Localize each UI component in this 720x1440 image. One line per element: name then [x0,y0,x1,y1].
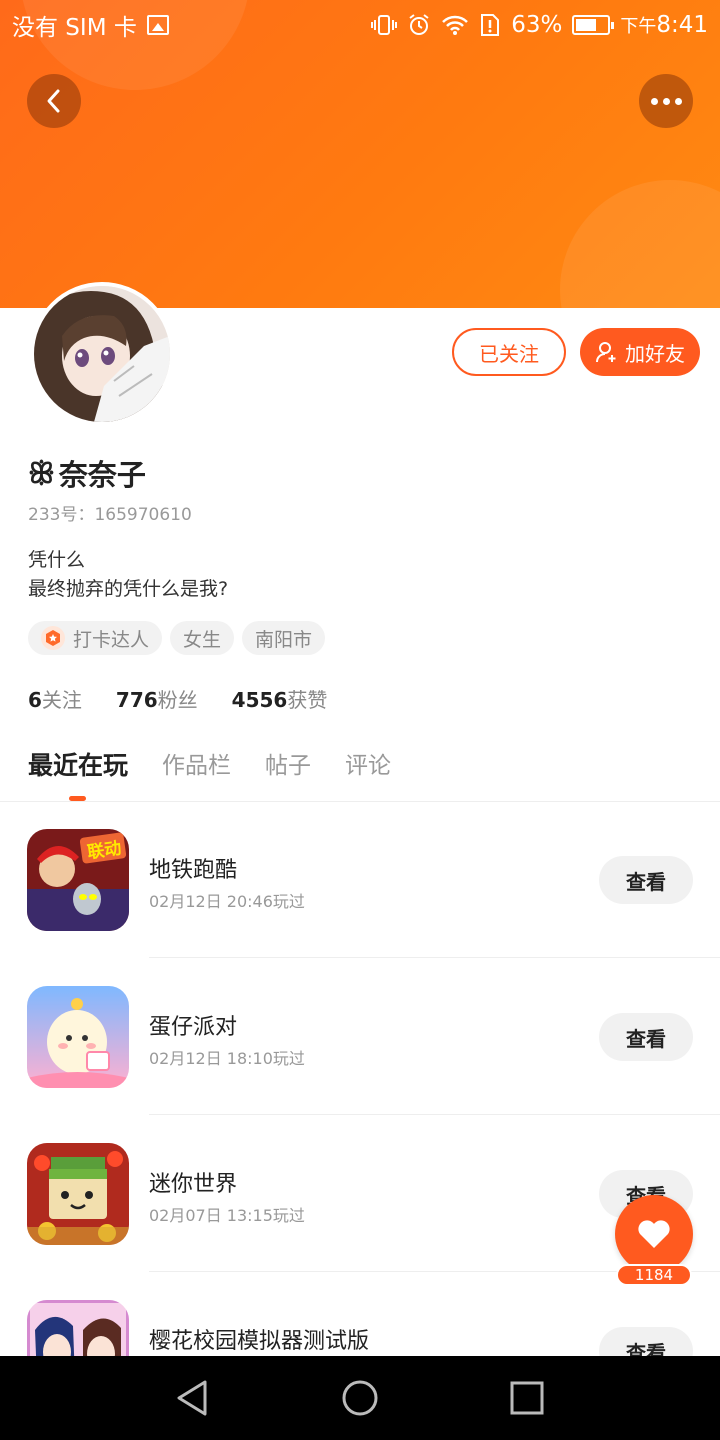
system-nav-bar [0,1356,720,1440]
view-game-button[interactable]: 查看 [599,856,693,904]
user-bio: 凭什么 最终抛弃的凭什么是我? [28,546,228,604]
game-row[interactable]: 联动 地铁跑酷 02月12日 20:46玩过 查看 [0,802,720,958]
game-icon-eggy-party [27,986,129,1088]
checkin-badge-icon [41,626,65,650]
user-name-text: 奈奈子 [58,458,146,492]
clock-time: 8:41 [656,12,708,38]
game-name: 蛋仔派对 [149,1015,238,1040]
battery-icon [572,15,615,35]
tab-comments[interactable]: 评论 [345,746,391,782]
sim-alert-icon [481,14,500,36]
divider [149,1114,720,1115]
profile-page: 没有 SIM 卡 63% 下午8:41 已关注 加好友 ꕥ 奈奈子 233号：1… [0,0,720,1440]
stat-fans[interactable]: 776粉丝 [116,684,198,713]
game-name: 地铁跑酷 [149,858,238,883]
back-button[interactable] [27,74,81,128]
stat-likes[interactable]: 4556获赞 [232,684,328,713]
chevron-left-icon [47,89,60,113]
like-fab-button[interactable] [615,1195,693,1273]
tag-label: 打卡达人 [73,628,150,651]
add-friend-label: 加好友 [625,341,685,366]
bio-line: 最终抛弃的凭什么是我? [28,578,229,600]
avatar-image [34,286,170,422]
user-stats: 6关注 776粉丝 4556获赞 [28,684,327,713]
bio-line: 凭什么 [28,549,86,571]
tag-location[interactable]: 南阳市 [242,621,326,655]
add-user-icon [596,342,616,363]
tag-checkin-expert[interactable]: 打卡达人 [28,621,163,655]
likes-label: 获赞 [287,688,328,712]
nav-back-icon[interactable] [173,1378,213,1418]
followed-button[interactable]: 已关注 [452,328,566,376]
likes-count: 4556 [231,688,288,712]
heart-icon [638,1220,670,1248]
stat-following[interactable]: 6关注 [28,684,82,713]
nav-home-icon[interactable] [340,1378,380,1418]
vibrate-icon [371,15,398,35]
carrier-text: 没有 SIM 卡 [12,15,137,41]
tag-label: 女生 [183,628,222,651]
image-notification-icon [146,15,169,35]
tag-gender[interactable]: 女生 [170,621,235,655]
view-game-button[interactable]: 查看 [599,1013,693,1061]
game-played-time: 02月12日 18:10玩过 [149,1049,305,1068]
user-name: ꕥ 奈奈子 [28,452,146,494]
divider [149,957,720,958]
time-ampm: 下午 [620,16,657,37]
following-label: 关注 [41,688,82,712]
user-id: 233号：165970610 [28,505,192,525]
status-bar: 没有 SIM 卡 63% 下午8:41 [0,0,720,50]
tag-label: 南阳市 [255,628,313,651]
game-played-time: 02月12日 20:46玩过 [149,892,305,911]
avatar[interactable] [30,282,174,426]
alarm-icon [409,14,429,35]
add-friend-button[interactable]: 加好友 [580,328,700,376]
game-icon-mini-world [27,1143,129,1245]
user-tags: 打卡达人 女生 南阳市 [28,621,326,655]
game-row[interactable]: 迷你世界 02月07日 13:15玩过 查看 [0,1116,720,1272]
more-button[interactable] [639,74,693,128]
wifi-icon [442,15,469,35]
tab-posts[interactable]: 帖子 [265,746,311,782]
battery-percent: 63% [511,12,563,38]
like-count-badge: 1184 [616,1264,692,1286]
tab-works[interactable]: 作品栏 [162,746,231,782]
name-prefix-symbol: ꕥ [28,455,55,490]
game-icon-subway-surfers: 联动 [27,829,129,931]
game-row[interactable]: 蛋仔派对 02月12日 18:10玩过 查看 [0,959,720,1115]
fans-count: 776 [115,688,158,712]
game-name: 樱花校园模拟器测试版 [149,1329,370,1354]
more-dots-icon [650,97,682,105]
game-played-time: 02月07日 13:15玩过 [149,1206,305,1225]
following-count: 6 [28,688,42,712]
nav-recents-icon[interactable] [507,1378,547,1418]
profile-tabs: 最近在玩 作品栏 帖子 评论 [28,746,391,782]
fans-label: 粉丝 [157,688,198,712]
tab-recent-played[interactable]: 最近在玩 [28,746,128,782]
game-name: 迷你世界 [149,1172,238,1197]
